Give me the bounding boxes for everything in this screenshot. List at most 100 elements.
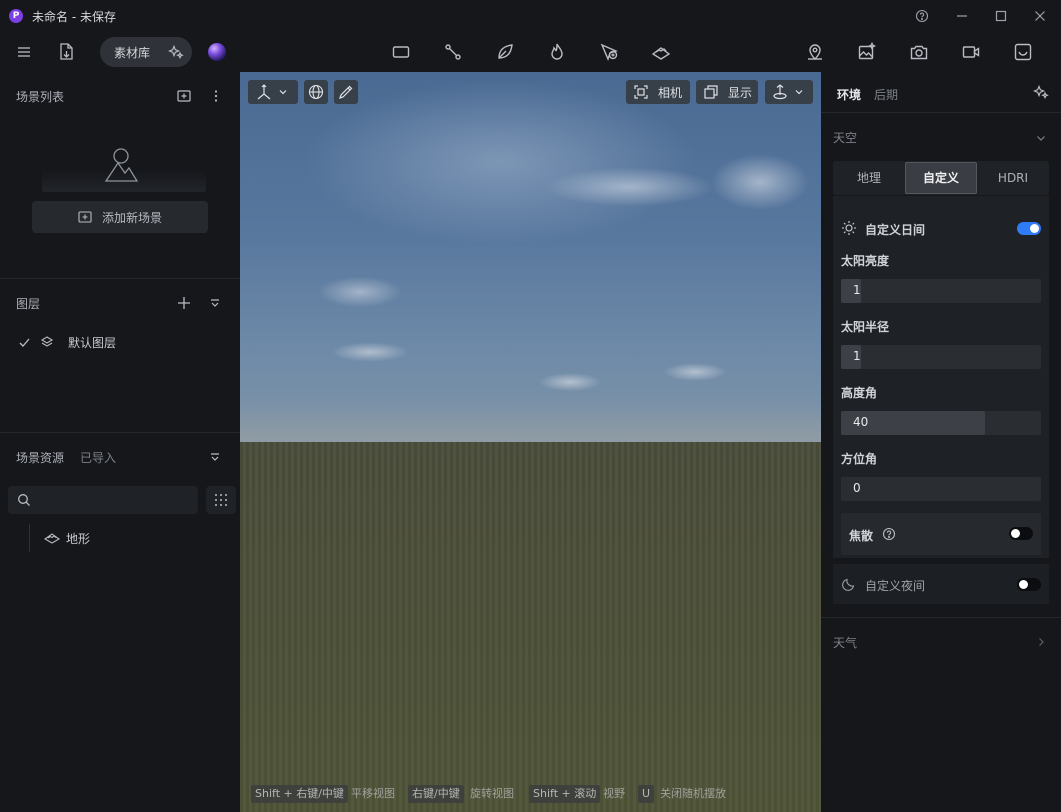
custom-day-toggle[interactable] [1017,222,1041,235]
imported-tab[interactable]: 已导入 [80,449,116,466]
right-inspector-panel: 环境 后期 天空 地理 自定义 HDRI 自定义日间 太阳亮度 1 太阳半径 1… [821,72,1061,812]
ai-sparkle-icon[interactable] [1033,84,1049,100]
hint-action-random: 关闭随机摆放 [660,787,726,800]
search-icon [17,493,31,507]
anchor-gizmo-icon [771,83,789,101]
eyedropper-icon [338,84,354,100]
scene-list-title: 场景列表 [16,90,65,104]
caustics-label: 焦散 [849,529,874,543]
leaf-icon[interactable] [495,42,515,62]
moon-icon [841,576,857,592]
tab-environment[interactable]: 环境 [837,86,861,103]
export-icon[interactable] [1013,42,1033,62]
terrain-ground-render [240,442,821,812]
image-sparkle-icon[interactable] [857,42,877,62]
terrain-icon [44,531,60,545]
section-divider [0,278,240,279]
more-options-icon[interactable] [208,88,224,104]
menu-icon[interactable] [16,44,32,60]
tree-guide-line [29,524,30,552]
minimize-icon[interactable] [954,8,970,24]
layer-row-default[interactable]: 默认图层 [16,334,216,350]
terrain-layer-icon[interactable] [651,42,671,62]
path-icon[interactable] [443,42,463,62]
video-icon[interactable] [961,42,981,62]
sky-render [240,72,821,442]
grid-view-button[interactable] [206,486,236,514]
sky-section-title[interactable]: 天空 [833,129,857,146]
scene-assets-title[interactable]: 场景资源 [16,449,64,466]
close-icon[interactable] [1032,8,1048,24]
asset-library-label: 素材库 [114,46,151,60]
file-import-icon[interactable] [57,42,75,62]
azimuth-value: 0 [853,481,861,495]
fire-icon[interactable] [547,42,567,62]
title-bar: P 未命名 - 未保存 [0,0,1061,32]
tab-custom[interactable]: 自定义 [905,161,977,195]
add-new-scene-button[interactable]: 添加新场景 [32,201,208,233]
rectangle-icon[interactable] [391,42,411,62]
sun-brightness-label: 太阳亮度 [841,254,890,268]
camera-menu-button[interactable]: 相机 [626,80,690,104]
section-divider [821,112,1061,113]
layers-collapse-icon[interactable] [209,297,221,309]
camera-frame-icon [633,84,649,100]
tab-hdri[interactable]: HDRI [977,161,1049,195]
asset-search-input[interactable] [8,486,198,514]
eyedropper-button[interactable] [334,80,358,104]
gizmo-dropdown[interactable] [765,80,813,104]
add-new-scene-label: 添加新场景 [102,211,163,225]
caustics-row: 焦散 [841,513,1041,555]
left-sidebar: 场景列表 添加新场景 图层 默认图层 场景资源 已导入 地形 [0,72,240,812]
check-icon[interactable] [18,336,31,349]
help-icon[interactable] [882,527,896,541]
elevation-slider[interactable]: 40 [841,411,1041,435]
camera-icon[interactable] [909,42,929,62]
add-scene-icon[interactable] [176,88,192,104]
assets-collapse-icon[interactable] [209,451,221,463]
location-pin-icon[interactable] [805,42,825,62]
sun-brightness-input[interactable]: 1 [841,279,1041,303]
caustics-toggle[interactable] [1009,527,1033,540]
move-axes-icon [255,83,273,101]
section-divider [0,432,240,433]
globe-button[interactable] [304,80,328,104]
custom-night-card: 自定义夜间 [833,564,1049,604]
chevron-down-icon[interactable] [1035,132,1047,144]
section-divider [821,617,1061,618]
tree-item-terrain[interactable]: 地形 [40,530,200,546]
custom-day-label: 自定义日间 [865,223,926,237]
weather-section-title[interactable]: 天气 [833,634,857,651]
3d-viewport[interactable]: 相机 显示 Shift + 右键/中键 平移视图 右键/中键 旋转视图 Shif… [240,72,821,812]
tab-post[interactable]: 后期 [874,86,898,103]
globe-icon [307,83,325,101]
cursor-add-icon[interactable] [599,42,619,62]
chevron-right-icon[interactable] [1035,636,1047,648]
hint-action-rotate: 旋转视图 [470,787,514,800]
window-title: 未命名 - 未保存 [32,10,116,24]
maximize-icon[interactable] [993,8,1009,24]
elevation-value: 40 [853,415,869,429]
display-menu-button[interactable]: 显示 [696,80,758,104]
custom-day-card: 自定义日间 太阳亮度 1 太阳半径 1 高度角 40 方位角 0 焦散 [833,196,1049,558]
add-layer-icon[interactable] [176,295,192,311]
custom-night-toggle[interactable] [1017,578,1041,591]
custom-night-label: 自定义夜间 [865,579,926,593]
grid-dots-icon [214,493,228,507]
help-icon[interactable] [914,8,930,24]
azimuth-label: 方位角 [841,452,878,466]
asset-library-button[interactable]: 素材库 [100,37,192,67]
ai-sparkle-icon[interactable] [168,44,184,60]
elevation-label: 高度角 [841,386,878,400]
scene-empty-illustration-icon [104,146,138,182]
sun-icon [841,220,857,236]
azimuth-input[interactable]: 0 [841,477,1041,501]
sun-radius-input[interactable]: 1 [841,345,1041,369]
sun-radius-label: 太阳半径 [841,320,890,334]
default-layer-label: 默认图层 [68,336,117,350]
chevron-down-icon [278,87,288,97]
hint-action-pan: 平移视图 [351,787,395,800]
user-avatar[interactable] [208,43,226,61]
tab-geography[interactable]: 地理 [833,161,905,195]
transform-mode-dropdown[interactable] [248,80,298,104]
